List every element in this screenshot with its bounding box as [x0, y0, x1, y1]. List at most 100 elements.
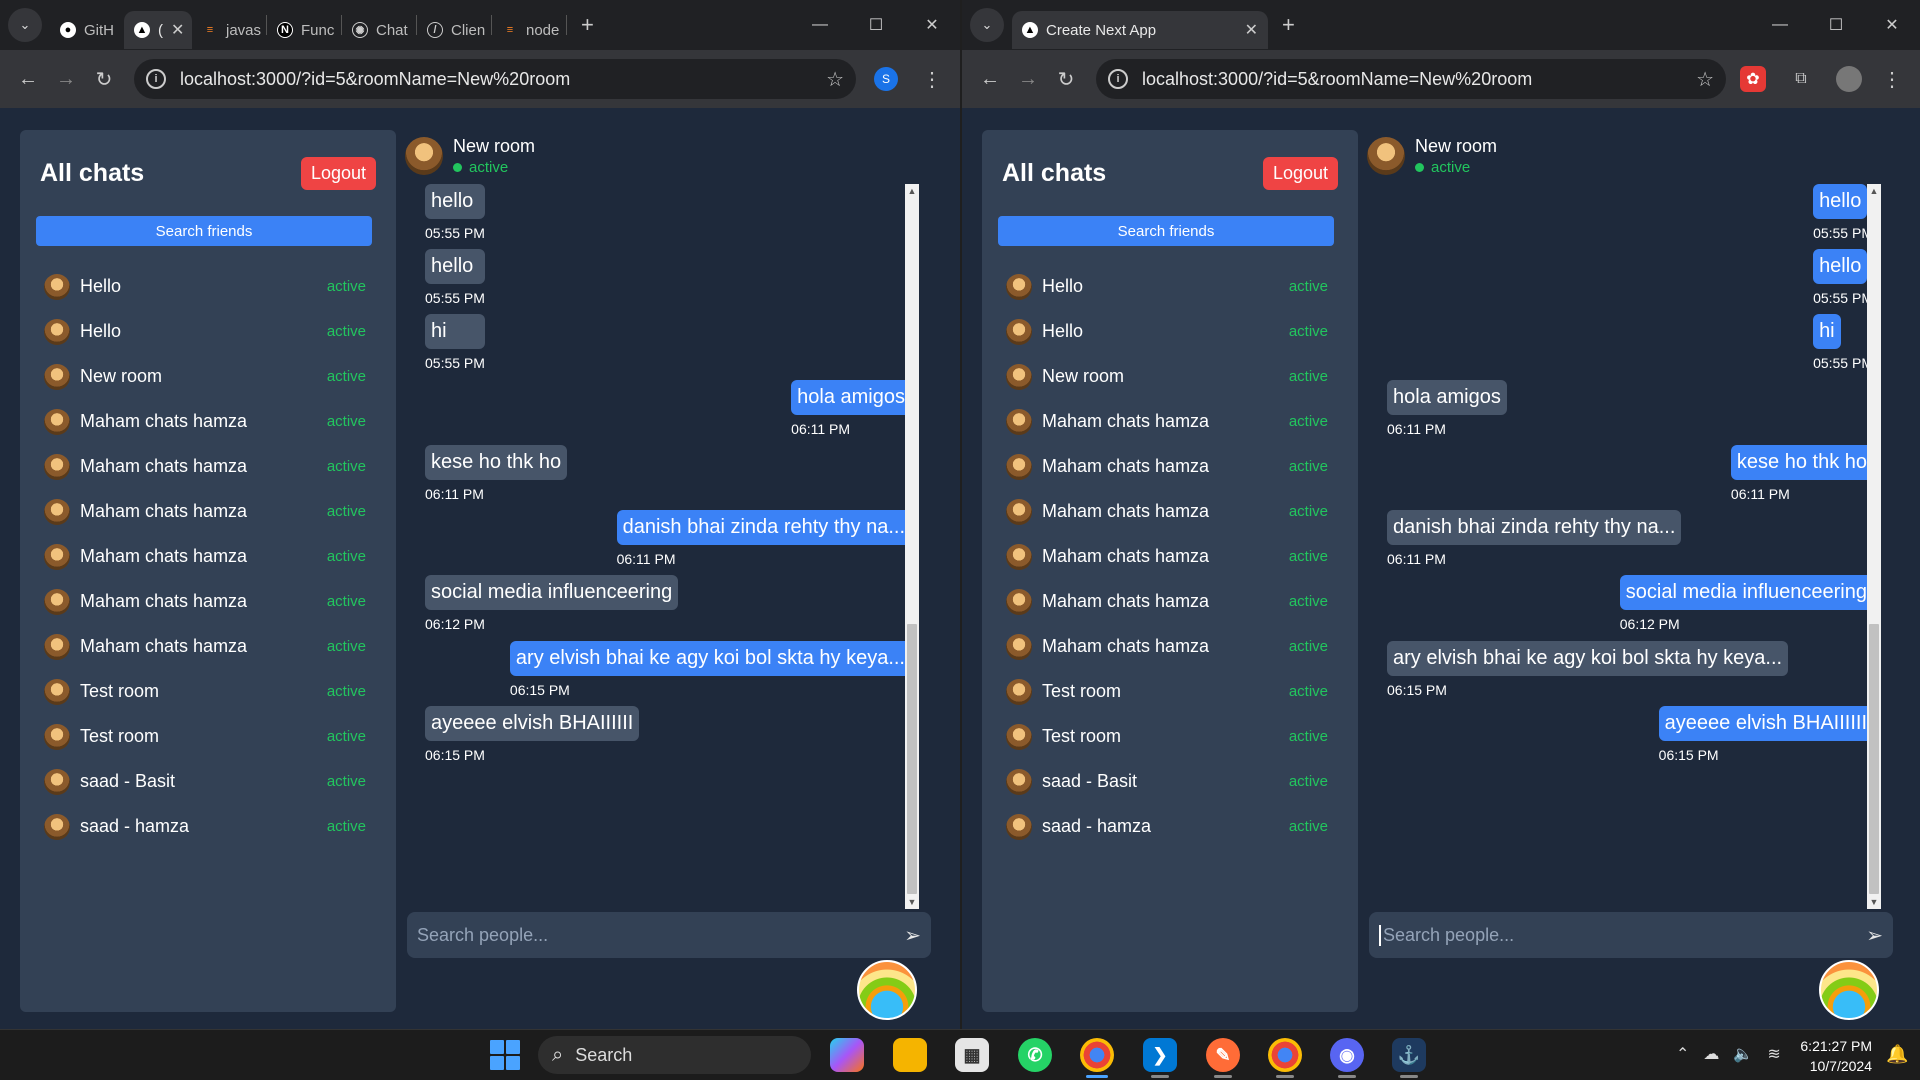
tab-javascript[interactable]: ≡ javas [192, 11, 266, 49]
whatsapp-icon[interactable]: ✆ [1018, 1038, 1052, 1072]
search-friends-button[interactable]: Search friends [998, 216, 1334, 246]
tab-github[interactable]: ● GitH [50, 11, 124, 49]
room-item[interactable]: saad - hamza active [40, 804, 376, 849]
close-tab-icon[interactable]: ✕ [163, 20, 184, 40]
new-tab-icon[interactable]: + [1282, 12, 1295, 38]
room-item[interactable]: Maham chats hamza active [40, 579, 376, 624]
logout-button[interactable]: Logout [1262, 156, 1338, 190]
minimize-icon[interactable]: — [1752, 16, 1808, 34]
message-input[interactable]: Search people... ➢ [1369, 912, 1893, 958]
wifi-icon[interactable]: ≋ [1767, 1044, 1780, 1064]
tab-client[interactable]: / Clien [417, 11, 491, 49]
room-item[interactable]: Test room active [1002, 714, 1338, 759]
scrollbar-thumb[interactable] [907, 624, 917, 894]
room-item[interactable]: Maham chats hamza active [1002, 534, 1338, 579]
room-item[interactable]: saad - Basit active [1002, 759, 1338, 804]
discord-icon[interactable]: ◉ [1330, 1038, 1364, 1078]
room-item[interactable]: Maham chats hamza active [1002, 489, 1338, 534]
room-item[interactable]: Maham chats hamza active [40, 534, 376, 579]
site-info-icon[interactable]: i [1108, 69, 1128, 89]
maximize-icon[interactable]: ☐ [1808, 15, 1864, 35]
minimize-icon[interactable]: — [792, 16, 848, 34]
room-item[interactable]: Hello active [40, 264, 376, 309]
send-icon[interactable]: ➢ [1866, 923, 1883, 948]
chrome-profile-icon[interactable] [1268, 1038, 1302, 1078]
scroll-down-icon[interactable]: ▼ [1867, 895, 1881, 909]
room-item[interactable]: Maham chats hamza active [40, 399, 376, 444]
room-item[interactable]: Hello active [1002, 264, 1338, 309]
logout-button[interactable]: Logout [300, 156, 376, 190]
scroll-down-icon[interactable]: ▼ [905, 895, 919, 909]
room-item[interactable]: Maham chats hamza active [1002, 399, 1338, 444]
close-tab-icon[interactable]: ✕ [1237, 20, 1258, 40]
room-item[interactable]: Test room active [40, 714, 376, 759]
profile-avatar[interactable] [1836, 66, 1862, 92]
taskbar-search[interactable]: ⌕ Search [538, 1036, 811, 1074]
tab-search-dropdown-icon[interactable]: ⌄ [970, 8, 1004, 42]
close-window-icon[interactable]: ✕ [904, 15, 960, 35]
floating-assistant-icon[interactable] [857, 960, 917, 1020]
room-item[interactable]: saad - Basit active [40, 759, 376, 804]
tab-chatgpt[interactable]: ✺ Chat [342, 11, 416, 49]
site-info-icon[interactable]: i [146, 69, 166, 89]
message-scrollbar[interactable]: ▲ ▼ [1867, 184, 1881, 909]
scroll-up-icon[interactable]: ▲ [1867, 184, 1881, 198]
message-input[interactable]: Search people... ➢ [407, 912, 931, 958]
postman-icon[interactable]: ✎ [1206, 1038, 1240, 1078]
tab-search-dropdown-icon[interactable]: ⌄ [8, 8, 42, 42]
maximize-icon[interactable]: ☐ [848, 15, 904, 35]
message-scrollbar[interactable]: ▲ ▼ [905, 184, 919, 909]
room-item[interactable]: New room active [40, 354, 376, 399]
windows-start-icon[interactable] [490, 1040, 520, 1070]
send-icon[interactable]: ➢ [904, 923, 921, 948]
tab-active-chat[interactable]: ▲ Create Next App ✕ [1012, 11, 1268, 49]
bookmark-star-icon[interactable]: ☆ [1696, 67, 1714, 92]
room-item[interactable]: saad - hamza active [1002, 804, 1338, 849]
room-item[interactable]: Hello active [40, 309, 376, 354]
back-arrow-icon[interactable]: ← [974, 63, 1006, 95]
profile-avatar[interactable]: S [874, 67, 898, 91]
reload-icon[interactable]: ↻ [88, 63, 120, 95]
tab-active-chat[interactable]: ▲ ( ✕ [124, 11, 192, 49]
floating-assistant-icon[interactable] [1819, 960, 1879, 1020]
chrome-icon[interactable] [1080, 1038, 1114, 1078]
back-arrow-icon[interactable]: ← [12, 63, 44, 95]
close-window-icon[interactable]: ✕ [1864, 15, 1920, 35]
room-item[interactable]: Maham chats hamza active [1002, 579, 1338, 624]
tab-node[interactable]: ≡ node [492, 11, 566, 49]
menu-kebab-icon[interactable]: ⋮ [916, 63, 948, 95]
vscode-icon[interactable]: ❯ [1143, 1038, 1177, 1078]
speaker-icon[interactable]: 🔈 [1733, 1044, 1753, 1064]
taskbar-clock[interactable]: 6:21:27 PM 10/7/2024 [1800, 1036, 1872, 1076]
extension-icon[interactable]: ✿ [1740, 66, 1766, 92]
reload-icon[interactable]: ↻ [1050, 63, 1082, 95]
room-item[interactable]: Maham chats hamza active [40, 489, 376, 534]
microsoft-store-icon[interactable]: ▦ [955, 1038, 989, 1072]
copilot-icon[interactable] [830, 1038, 864, 1072]
forward-arrow-icon[interactable]: → [1012, 63, 1044, 95]
room-item[interactable]: Maham chats hamza active [1002, 624, 1338, 669]
room-item[interactable]: Maham chats hamza active [40, 624, 376, 669]
mysql-workbench-icon[interactable]: ⚓ [1392, 1038, 1426, 1078]
chevron-up-icon[interactable]: ⌃ [1676, 1044, 1689, 1064]
room-item[interactable]: Test room active [40, 669, 376, 714]
room-item[interactable]: Maham chats hamza active [1002, 444, 1338, 489]
address-bar[interactable]: i localhost:3000/?id=5&roomName=New%20ro… [1096, 59, 1726, 99]
tab-functions[interactable]: N Func [267, 11, 341, 49]
new-tab-icon[interactable]: + [581, 12, 594, 38]
menu-kebab-icon[interactable]: ⋮ [1876, 63, 1908, 95]
cloud-drive-icon[interactable]: ☁ [1703, 1044, 1719, 1064]
room-item[interactable]: Maham chats hamza active [40, 444, 376, 489]
room-item[interactable]: New room active [1002, 354, 1338, 399]
scroll-up-icon[interactable]: ▲ [905, 184, 919, 198]
search-friends-button[interactable]: Search friends [36, 216, 372, 246]
forward-arrow-icon[interactable]: → [50, 63, 82, 95]
file-explorer-icon[interactable] [893, 1038, 927, 1072]
puzzle-extensions-icon[interactable]: ⧉ [1788, 66, 1814, 92]
room-item[interactable]: Hello active [1002, 309, 1338, 354]
room-item[interactable]: Test room active [1002, 669, 1338, 714]
notification-bell-icon[interactable]: 🔔 [1886, 1044, 1908, 1065]
address-bar[interactable]: i localhost:3000/?id=5&roomName=New%20ro… [134, 59, 856, 99]
scrollbar-thumb[interactable] [1869, 624, 1879, 894]
bookmark-star-icon[interactable]: ☆ [826, 67, 844, 92]
